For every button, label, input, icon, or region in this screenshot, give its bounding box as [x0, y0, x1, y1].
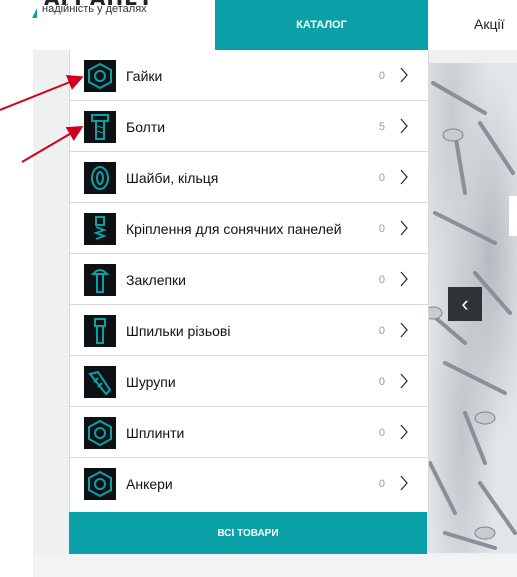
menu-item-count: 0 [378, 274, 385, 286]
rivet-icon [84, 264, 116, 296]
nut-icon [84, 60, 116, 92]
menu-item-label: Анкери [126, 476, 173, 492]
catalog-tab[interactable]: КАТАЛОГ [215, 0, 428, 50]
menu-item-count: 0 [378, 325, 385, 337]
chevron-right-icon [400, 271, 408, 287]
chevron-right-icon [400, 424, 408, 440]
chevron-right-icon [400, 67, 408, 83]
logo-tagline: надійність у деталях [42, 3, 147, 15]
menu-item-screws[interactable]: Шурупи 0 [70, 356, 428, 407]
menu-item-count: 0 [378, 172, 385, 184]
anchor-icon [84, 468, 116, 500]
chevron-right-icon [400, 475, 408, 491]
all-products-button[interactable]: ВСІ ТОВАРИ [69, 512, 427, 554]
chevron-right-icon [400, 322, 408, 338]
menu-item-solar-mounts[interactable]: Кріплення для сонячних панелей 0 [70, 203, 428, 254]
washer-icon [84, 162, 116, 194]
menu-item-count: 0 [378, 478, 385, 490]
chevron-right-icon [400, 169, 408, 185]
menu-item-label: Гайки [126, 68, 163, 84]
chevron-right-icon [400, 373, 408, 389]
menu-item-label: Шплинти [126, 425, 185, 441]
slider-prev-button[interactable]: ‹ [448, 287, 482, 321]
menu-item-label: Кріплення для сонячних панелей [126, 221, 342, 237]
side-tab [509, 196, 517, 236]
menu-item-count: 5 [378, 121, 385, 133]
menu-item-bolts[interactable]: Болти 5 [70, 101, 428, 152]
menu-item-label: Шурупи [126, 374, 176, 390]
menu-item-label: Болти [126, 119, 166, 135]
menu-item-nuts[interactable]: Гайки 0 [70, 50, 428, 101]
menu-item-threaded-rods[interactable]: Шпильки різьові 0 [70, 305, 428, 356]
screw-icon [84, 366, 116, 398]
chevron-right-icon [400, 220, 408, 236]
catalog-menu: Гайки 0 Болти 5 Шайби, кільця 0 Кріпленн… [69, 50, 429, 512]
threaded-rod-icon [84, 315, 116, 347]
menu-item-label: Шпильки різьові [126, 323, 231, 339]
cotter-pin-icon [84, 417, 116, 449]
menu-item-count: 0 [378, 376, 385, 388]
menu-item-cotter-pins[interactable]: Шплинти 0 [70, 407, 428, 458]
menu-item-washers[interactable]: Шайби, кільця 0 [70, 152, 428, 203]
promo-link[interactable]: Акції [474, 16, 504, 32]
menu-item-count: 0 [378, 223, 385, 235]
logo-mark-icon[interactable] [32, 8, 37, 18]
hero-footer-strip [33, 555, 517, 577]
menu-item-count: 0 [378, 70, 385, 82]
bolt-icon [84, 111, 116, 143]
menu-item-count: 0 [378, 427, 385, 439]
site-header: АГРАНЕТ надійність у деталях КАТАЛОГ Акц… [0, 0, 517, 50]
menu-item-anchors[interactable]: Анкери 0 [70, 458, 428, 509]
menu-item-label: Шайби, кільця [126, 170, 219, 186]
solar-mount-icon [84, 213, 116, 245]
menu-item-label: Заклепки [126, 272, 187, 288]
menu-item-rivets[interactable]: Заклепки 0 [70, 254, 428, 305]
chevron-right-icon [400, 118, 408, 134]
